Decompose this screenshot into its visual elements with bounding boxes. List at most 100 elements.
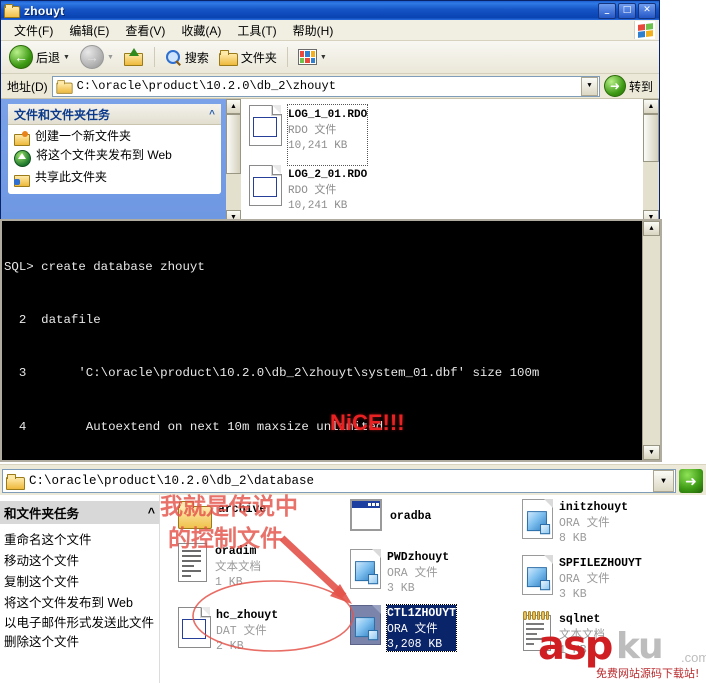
file-item[interactable]: hc_zhouyt DAT 文件 2 KB <box>178 607 358 653</box>
ora-file-icon <box>350 605 381 645</box>
close-button[interactable]: ✕ <box>638 2 656 19</box>
chevron-down-icon[interactable]: ▼ <box>63 54 70 61</box>
explorer-window-bottom: C:\oracle\product\10.2.0\db_2\database ▼… <box>0 464 706 683</box>
watermark-ku: ku <box>616 626 664 667</box>
menu-item-help[interactable]: 帮助(H) <box>286 20 343 41</box>
scroll-up-button[interactable]: ▲ <box>643 221 660 236</box>
menu-item-edit[interactable]: 编辑(E) <box>62 20 118 41</box>
up-button[interactable] <box>120 46 148 68</box>
file-info: LOG_1_01.RDO RDO 文件 10,241 KB <box>286 104 369 166</box>
file-list-pane[interactable]: LOG_1_01.RDO RDO 文件 10,241 KB LOG_2_01.R… <box>241 99 659 225</box>
sql-console-scrollbar[interactable]: ▲ ▼ <box>642 221 660 460</box>
watermark-com: .com <box>681 650 706 665</box>
back-button[interactable]: ← 后退 ▼ <box>5 43 74 71</box>
file-type: ORA 文件 <box>387 623 438 636</box>
task-item-label: 创建一个新文件夹 <box>35 129 132 143</box>
file-item[interactable]: initzhouyt ORA 文件 8 KB <box>522 499 702 545</box>
watermark-subtitle: 免费网站源码下载站! <box>596 667 700 680</box>
file-item[interactable]: LOG_1_01.RDO RDO 文件 10,241 KB <box>245 104 455 166</box>
address-bar: C:\oracle\product\10.2.0\db_2\database ▼… <box>0 464 706 495</box>
folders-button[interactable]: 文件夹 <box>215 47 281 68</box>
file-type: ORA 文件 <box>559 573 610 586</box>
up-folder-icon <box>123 48 144 66</box>
minimize-button[interactable]: _ <box>598 2 616 19</box>
chevron-down-icon[interactable]: ▼ <box>580 76 598 96</box>
file-item[interactable]: PWDzhouyt ORA 文件 3 KB <box>350 549 530 595</box>
scroll-thumb[interactable] <box>643 114 659 162</box>
title-bar: zhouyt _ □ ✕ <box>1 1 659 20</box>
task-item-label: 共享此文件夹 <box>35 170 108 184</box>
sql-console-output: SQL> create database zhouyt 2 datafile 3… <box>4 223 642 458</box>
ora-file-icon <box>522 555 553 595</box>
file-type: DAT 文件 <box>216 625 267 638</box>
file-item[interactable]: SPFILEZHOUYT ORA 文件 3 KB <box>522 555 702 601</box>
task-item-new-folder[interactable]: 创建一个新文件夹 <box>14 129 217 146</box>
window-controls: _ □ ✕ <box>598 2 659 19</box>
scroll-track[interactable] <box>643 236 660 445</box>
file-list-scrollbar[interactable]: ▲ ▼ <box>643 99 659 225</box>
task-pane-scrollbar[interactable]: ▲ ▼ <box>226 99 241 225</box>
chevron-up-icon[interactable]: ^ <box>148 506 155 520</box>
file-name: LOG_2_01.RDO <box>288 169 368 181</box>
search-button[interactable]: 搜索 <box>161 47 213 68</box>
file-name: hc_zhouyt <box>216 609 279 622</box>
chevron-down-icon-forward[interactable]: ▼ <box>107 54 114 61</box>
task-pane-header[interactable]: 和文件夹任务 ^ <box>0 501 159 524</box>
sql-line: 3 'C:\oracle\product\10.2.0\db_2\zhouyt\… <box>4 366 540 381</box>
folder-icon <box>6 473 25 490</box>
go-arrow-icon[interactable]: ➜ <box>679 469 703 493</box>
annotation-text-line2: 的控制文件 <box>168 526 283 552</box>
forward-arrow-icon: → <box>79 45 104 69</box>
task-item-delete[interactable]: 删除这个文件 <box>4 633 155 652</box>
go-button[interactable]: ➜ 转到 <box>603 75 657 97</box>
search-label: 搜索 <box>184 50 209 65</box>
forward-button[interactable]: → ▼ <box>76 43 118 71</box>
ora-file-icon <box>350 549 381 589</box>
task-item-copy[interactable]: 复制这个文件 <box>4 573 155 592</box>
chevron-down-icon[interactable]: ▼ <box>653 470 674 492</box>
views-button[interactable]: ▼ <box>294 47 331 67</box>
address-label: 地址(D) <box>7 79 48 94</box>
address-input[interactable]: C:\oracle\product\10.2.0\db_2\database ▼ <box>2 469 676 493</box>
file-type: ORA 文件 <box>387 567 438 580</box>
menu-item-file[interactable]: 文件(F) <box>7 20 62 41</box>
file-info: initzhouyt ORA 文件 8 KB <box>559 499 628 545</box>
file-grid: LOG_1_01.RDO RDO 文件 10,241 KB LOG_2_01.R… <box>241 99 659 225</box>
chevron-down-icon-views[interactable]: ▼ <box>320 54 327 61</box>
dbf-file-icon <box>249 105 282 146</box>
file-name: CTL1ZHOUYT <box>387 607 457 620</box>
address-bar: 地址(D) C:\oracle\product\10.2.0\db_2\zhou… <box>1 74 659 99</box>
scroll-thumb[interactable] <box>226 114 241 174</box>
scroll-up-button[interactable]: ▲ <box>226 99 241 114</box>
chevron-up-icon[interactable]: ^ <box>209 109 215 120</box>
task-pane-header[interactable]: 文件和文件夹任务 ^ <box>8 104 221 125</box>
windows-logo-icon <box>634 21 655 39</box>
file-item[interactable]: LOG_2_01.RDO RDO 文件 10,241 KB <box>245 165 455 225</box>
application-window-icon <box>350 499 384 533</box>
task-item-move[interactable]: 移动这个文件 <box>4 552 155 571</box>
file-type: RDO 文件 <box>288 125 337 137</box>
file-item[interactable]: oradba <box>350 499 530 533</box>
file-name: PWDzhouyt <box>387 551 450 564</box>
task-item-rename[interactable]: 重命名这个文件 <box>4 531 155 550</box>
address-input[interactable]: C:\oracle\product\10.2.0\db_2\zhouyt ▼ <box>51 75 600 97</box>
task-item-email[interactable]: 以电子邮件形式发送此文件 <box>4 615 155 631</box>
nice-annotation: NiCE!!! <box>330 410 405 435</box>
maximize-button[interactable]: □ <box>618 2 636 19</box>
menu-item-tools[interactable]: 工具(T) <box>230 20 285 41</box>
task-item-publish-web[interactable]: 将这个文件夹发布到 Web <box>14 149 217 167</box>
file-size: 8 KB <box>559 532 587 545</box>
dbf-file-icon <box>178 607 211 648</box>
scroll-track[interactable] <box>643 114 659 210</box>
scroll-track[interactable] <box>226 114 241 210</box>
task-item-publish-web[interactable]: 将这个文件发布到 Web <box>4 594 155 613</box>
task-pane-title: 文件和文件夹任务 <box>14 107 111 122</box>
scroll-up-button[interactable]: ▲ <box>643 99 659 114</box>
task-item-share-folder[interactable]: 共享此文件夹 <box>14 170 217 187</box>
menu-item-view[interactable]: 查看(V) <box>118 20 174 41</box>
watermark: asp ku .com 免费网站源码下载站! <box>538 623 706 683</box>
scroll-down-button[interactable]: ▼ <box>643 445 660 460</box>
menu-item-favorites[interactable]: 收藏(A) <box>174 20 230 41</box>
views-icon <box>297 49 317 65</box>
file-item[interactable]: CTL1ZHOUYT ORA 文件 3,208 KB <box>350 604 530 652</box>
